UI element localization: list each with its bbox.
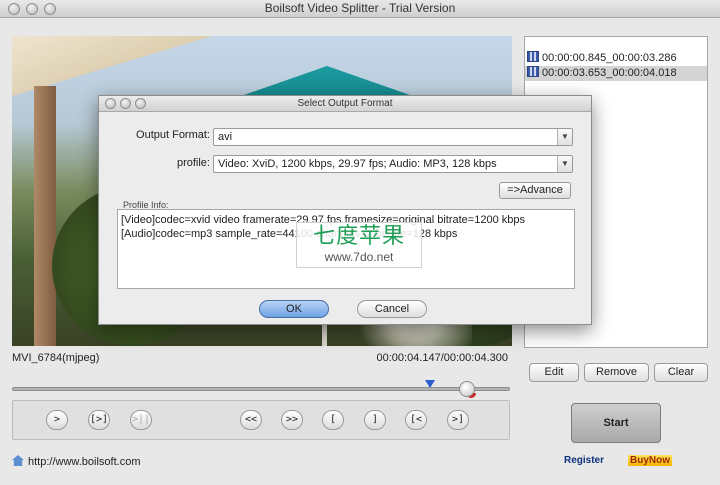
profile-value: Video: XviD, 1200 kbps, 29.97 fps; Audio… bbox=[218, 158, 497, 170]
position-slider-track[interactable] bbox=[12, 387, 510, 391]
dialog-title-bar: Select Output Format bbox=[99, 96, 591, 112]
ok-button[interactable]: OK bbox=[259, 300, 329, 318]
dialog-zoom-icon[interactable] bbox=[135, 98, 146, 109]
website-link[interactable]: http://www.boilsoft.com bbox=[12, 455, 141, 468]
remove-button[interactable]: Remove bbox=[584, 363, 649, 382]
start-button[interactable]: Start bbox=[571, 403, 661, 443]
mark-start-button[interactable]: [ bbox=[322, 410, 344, 430]
rewind-button[interactable]: << bbox=[240, 410, 262, 430]
output-format-value: avi bbox=[218, 131, 233, 143]
watermark-logo-text: 七度苹果 bbox=[312, 223, 405, 248]
cancel-button[interactable]: Cancel bbox=[357, 300, 427, 318]
website-url[interactable]: http://www.boilsoft.com bbox=[28, 456, 141, 468]
advance-button[interactable]: =>Advance bbox=[499, 182, 571, 199]
profile-label: profile: bbox=[176, 157, 210, 169]
edit-button[interactable]: Edit bbox=[529, 363, 579, 382]
title-bar: Boilsoft Video Splitter - Trial Version bbox=[0, 0, 720, 18]
select-output-format-dialog: Select Output Format Output Format: avi … bbox=[98, 95, 592, 325]
mark-end-button[interactable]: ] bbox=[364, 410, 386, 430]
segment-list-item[interactable]: 00:00:00.845_00:00:03.286 bbox=[525, 51, 707, 66]
dialog-title: Select Output Format bbox=[297, 98, 393, 109]
chevron-down-icon[interactable]: ▼ bbox=[557, 129, 572, 145]
pause-button[interactable]: >|| bbox=[130, 410, 152, 430]
clear-button[interactable]: Clear bbox=[654, 363, 708, 382]
forward-button[interactable]: >> bbox=[281, 410, 303, 430]
home-icon bbox=[12, 455, 24, 466]
segment-start-marker-icon[interactable] bbox=[425, 380, 435, 388]
watermark-url: www.7do.net bbox=[324, 250, 394, 264]
close-window-icon[interactable] bbox=[8, 3, 20, 15]
play-segment-button[interactable]: [>] bbox=[88, 410, 110, 430]
segment-time-range: 00:00:00.845_00:00:03.286 bbox=[542, 52, 677, 64]
chevron-down-icon[interactable]: ▼ bbox=[557, 156, 572, 172]
dialog-close-icon[interactable] bbox=[105, 98, 116, 109]
video-post bbox=[34, 86, 56, 346]
window-title: Boilsoft Video Splitter - Trial Version bbox=[264, 1, 456, 15]
profile-select[interactable]: Video: XviD, 1200 kbps, 29.97 fps; Audio… bbox=[213, 155, 573, 173]
minimize-window-icon[interactable] bbox=[26, 3, 38, 15]
play-button[interactable]: > bbox=[46, 410, 68, 430]
segment-time-range: 00:00:03.653_00:00:04.018 bbox=[542, 67, 677, 79]
watermark: 七度苹果 www.7do.net bbox=[296, 222, 422, 268]
clip-name: MVI_6784(mjpeg) bbox=[12, 352, 100, 364]
film-icon bbox=[527, 66, 539, 77]
time-readout: 00:00:04.147/00:00:04.300 bbox=[376, 352, 508, 364]
film-icon bbox=[527, 51, 539, 62]
dialog-minimize-icon[interactable] bbox=[120, 98, 131, 109]
buynow-link[interactable]: BuyNow bbox=[628, 455, 672, 466]
go-to-end-button[interactable]: >] bbox=[447, 410, 469, 430]
go-to-start-button[interactable]: [< bbox=[405, 410, 427, 430]
register-link[interactable]: Register bbox=[564, 455, 604, 466]
output-format-select[interactable]: avi ▼ bbox=[213, 128, 573, 146]
segment-list-item[interactable]: 00:00:03.653_00:00:04.018 bbox=[525, 66, 707, 81]
output-format-label: Output Format: bbox=[136, 129, 210, 141]
zoom-window-icon[interactable] bbox=[44, 3, 56, 15]
